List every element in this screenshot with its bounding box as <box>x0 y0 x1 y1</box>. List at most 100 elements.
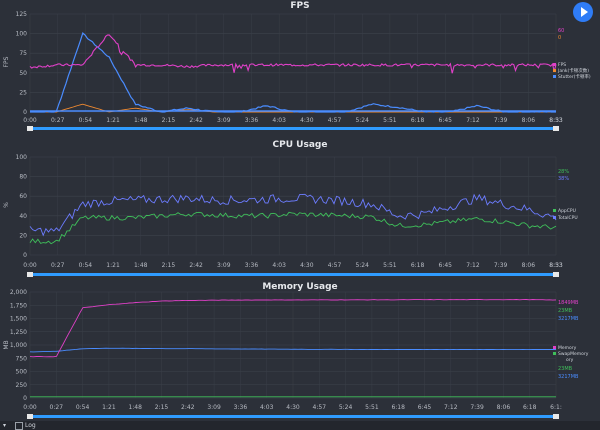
x-tick-label: 6:18 <box>391 404 405 411</box>
total-cpu-value: 38% <box>558 176 569 182</box>
x-tick-label: 6:45 <box>439 117 453 124</box>
x-tick-label: 1:48 <box>134 117 148 124</box>
x-tick-label: 8:06 <box>497 404 511 411</box>
x-tick-label: 0:54 <box>76 404 90 411</box>
memory-value: 1849MB <box>558 300 579 306</box>
x-tick-label: 4:30 <box>300 117 314 124</box>
x-tick-label: 2:15 <box>162 117 176 124</box>
x-tick-label: 1:21 <box>106 262 120 269</box>
x-tick-label: 3:36 <box>245 117 259 124</box>
cpu-chart: 100 80 60 40 20 0 0:00 0:27 0:54 1:21 1:48 2:15 2:42… <box>3 154 578 277</box>
fps-line <box>29 34 557 74</box>
legend-swatch <box>553 69 556 72</box>
x-tick-label: 2:42 <box>189 117 203 124</box>
x-tick-label: 4:57 <box>313 404 327 411</box>
x-tick-label: 7:39 <box>494 117 508 124</box>
x-tick-label: 3:36 <box>234 404 248 411</box>
x-tick-label: 3:09 <box>217 117 231 124</box>
y-tick-label: 25 <box>19 89 27 96</box>
x-tick-label: 0:27 <box>51 262 65 269</box>
legend-label: SwapMemory <box>558 351 589 357</box>
legend-label: FPS <box>558 62 566 68</box>
swap-value-2: 23MB <box>558 366 573 372</box>
x-tick-label: 0:27 <box>51 117 65 124</box>
y-axis-label: MB <box>3 340 10 349</box>
x-tick-label: 1:48 <box>128 404 142 411</box>
legend-label: TotalCPU <box>557 215 578 221</box>
y-tick-label: 0 <box>23 109 27 116</box>
x-tick-label: 5:51 <box>383 117 397 124</box>
x-tick-label: 4:03 <box>260 404 274 411</box>
y-tick-label: 750 <box>16 355 28 362</box>
x-tick-label: 4:03 <box>272 117 286 124</box>
range-slider <box>30 127 556 130</box>
y-tick-label: 60 <box>19 193 27 200</box>
x-tick-label: 0:00 <box>23 404 37 411</box>
y-axis-label: FPS <box>3 56 10 67</box>
legend-label: Jank(卡顿次数) <box>557 67 589 74</box>
y-tick-label: 20 <box>19 232 27 239</box>
x-tick-label: 7:12 <box>466 117 480 124</box>
x-tick-label: 0:54 <box>79 117 93 124</box>
x-tick-label: 2:42 <box>189 262 203 269</box>
y-tick-label: 2,000 <box>10 289 27 296</box>
log-checkbox[interactable] <box>15 422 23 430</box>
fps-value: 60 <box>558 28 564 34</box>
x-tick-label: 6:1: <box>550 404 562 411</box>
expand-icon[interactable]: ▾ <box>3 422 6 429</box>
swap-value: 23MB <box>558 308 573 314</box>
x-tick-label: 4:57 <box>328 117 342 124</box>
legend-swatch <box>553 75 556 78</box>
y-tick-label: 1,750 <box>10 302 27 309</box>
x-tick-label: 3:36 <box>245 262 259 269</box>
slider-handle-right <box>553 126 559 131</box>
legend-label: Memory <box>558 345 577 351</box>
x-tick-label: 5:24 <box>355 262 369 269</box>
x-tick-label: 5:51 <box>365 404 379 411</box>
slider-handle-right <box>553 272 559 277</box>
y-tick-label: 1,500 <box>10 316 27 323</box>
y-tick-label: 0 <box>23 395 27 402</box>
y-tick-label: 100 <box>16 31 28 38</box>
legend-swatch <box>553 63 556 66</box>
x-tick-label: 6:18 <box>411 262 425 269</box>
x-tick-label: 4:57 <box>328 262 342 269</box>
log-label: Log <box>25 422 36 429</box>
app-cpu-line <box>29 211 557 245</box>
x-tick-label: 4:03 <box>272 262 286 269</box>
x-tick-label: 5:24 <box>355 117 369 124</box>
x-tick-label: 7:39 <box>494 262 508 269</box>
x-tick-label: 8:53 <box>549 117 563 124</box>
x-tick-label: 2:15 <box>155 404 169 411</box>
x-tick-label: 6:45 <box>439 262 453 269</box>
fps-chart: FPS12510075502500:00 0:27 0:54 1:21 1:48 2:15… <box>3 11 591 131</box>
y-tick-label: 1,250 <box>10 329 27 336</box>
x-tick-label: 8:06 <box>522 262 536 269</box>
x-tick-label: 8:53 <box>549 262 563 269</box>
slider-handle-right <box>553 414 559 419</box>
legend-swatch <box>553 346 556 349</box>
y-tick-label: 80 <box>19 174 27 181</box>
y-tick-label: 50 <box>19 70 27 77</box>
bottom-bar: ▾ Log <box>0 421 600 430</box>
x-tick-label: 0:00 <box>23 262 37 269</box>
y-tick-label: 100 <box>16 154 28 161</box>
legend-label: Stutter(卡顿率) <box>558 73 591 80</box>
slider-handle-left <box>27 272 33 277</box>
y-tick-label: 40 <box>19 213 27 220</box>
x-tick-label: 7:12 <box>466 262 480 269</box>
jank-value: 0 <box>558 35 561 41</box>
memory-chart: 2,000 1,750 1,500 1,250 1,000 750 500 250 0 0:00 0… <box>3 289 589 419</box>
y-axis-label: % <box>3 202 10 208</box>
range-slider <box>30 273 556 276</box>
other-value-2: 3217MB <box>558 374 579 380</box>
x-tick-label: 0:54 <box>79 262 93 269</box>
y-tick-label: 500 <box>16 369 28 376</box>
x-tick-label: 6:18 <box>523 404 537 411</box>
legend-label: AppCPU <box>558 208 576 214</box>
y-tick-label: 1,000 <box>10 342 27 349</box>
x-tick-label: 6:45 <box>418 404 432 411</box>
x-tick-label: 7:39 <box>470 404 484 411</box>
x-tick-label: 5:24 <box>339 404 353 411</box>
x-tick-label: 2:15 <box>162 262 176 269</box>
